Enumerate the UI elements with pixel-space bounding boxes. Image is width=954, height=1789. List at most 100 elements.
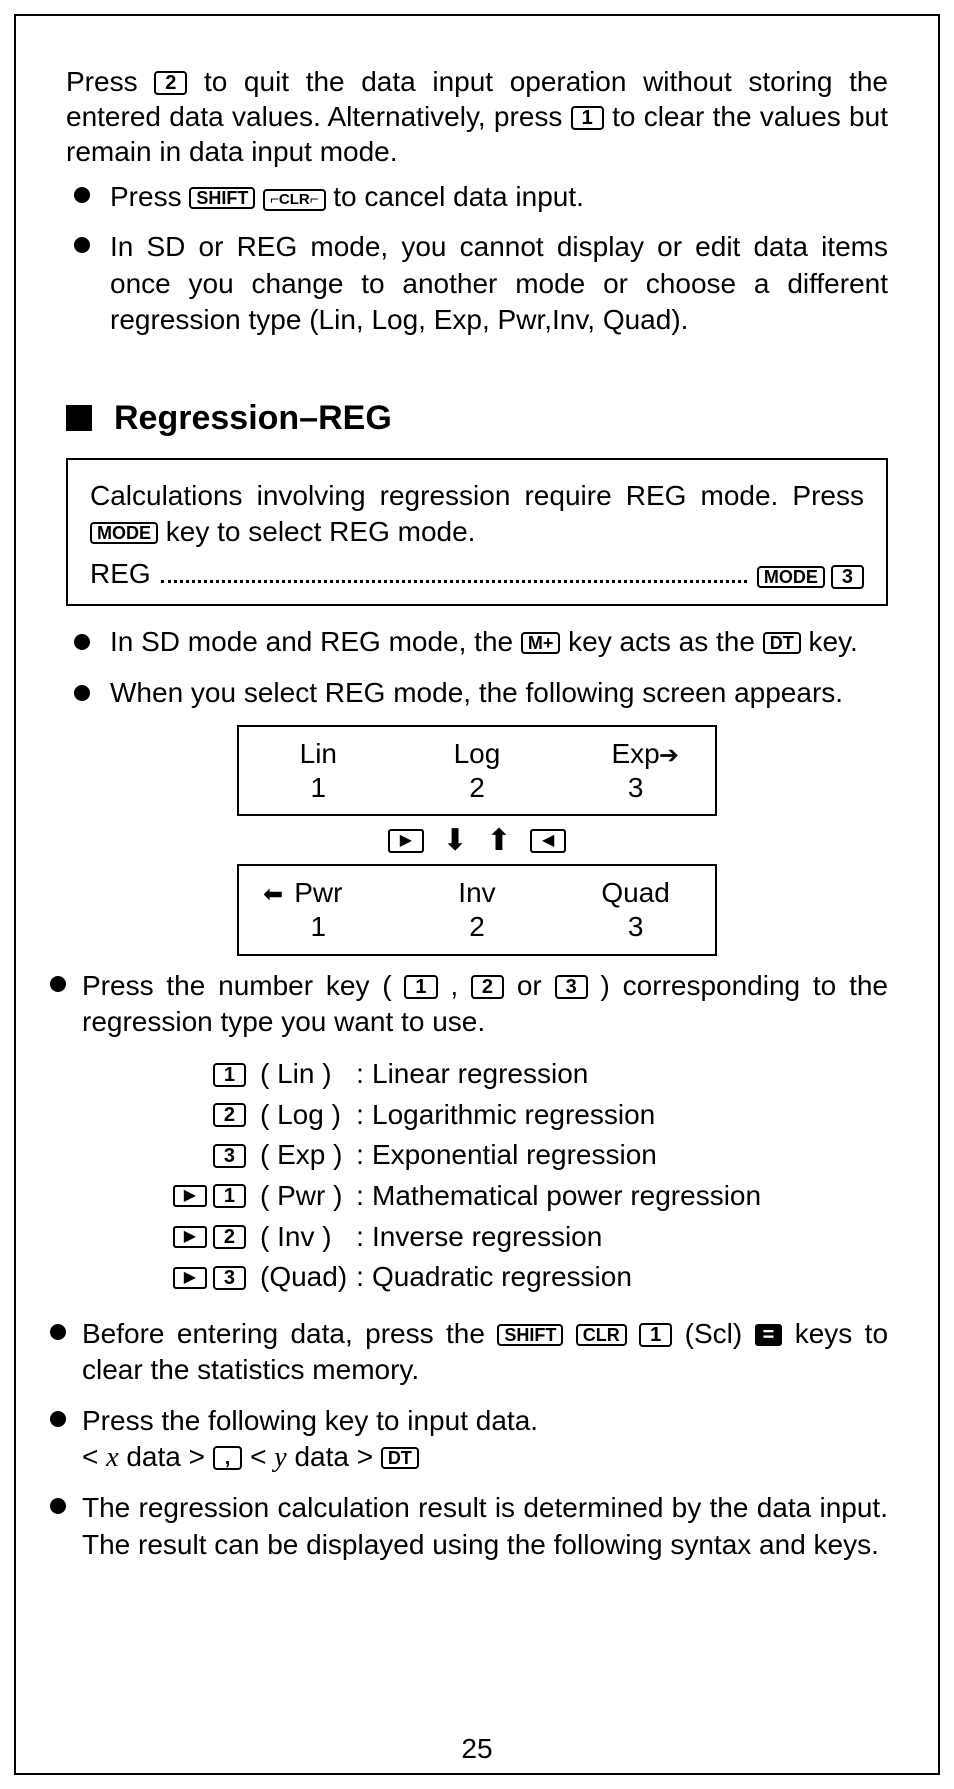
key-3: 3 (555, 975, 588, 999)
key-right-arrow: ▶ (388, 829, 424, 853)
bullet-list-2: In SD mode and REG mode, the M+ key acts… (66, 624, 888, 711)
screen-option: Inv (398, 876, 555, 910)
abbr: ( Lin ) (246, 1054, 348, 1095)
text: When you select REG mode, the following … (110, 677, 843, 708)
bullet-list-3: Press the number key ( 1 , 2 or 3 ) corr… (42, 968, 888, 1041)
key-2: 2 (213, 1103, 246, 1127)
key-3: 3 (213, 1266, 246, 1290)
key-1: 1 (639, 1323, 672, 1347)
desc: Quadratic regression (372, 1257, 888, 1298)
colon: : (348, 1176, 372, 1217)
key-1: 1 (571, 106, 604, 130)
screen-num: 1 (240, 771, 397, 805)
key-right-arrow: ▶ (173, 1226, 207, 1248)
key-right-arrow: ▶ (173, 1267, 207, 1289)
key-1: 1 (404, 975, 437, 999)
text: In SD or REG mode, you cannot display or… (110, 231, 888, 335)
desc: Logarithmic regression (372, 1095, 888, 1136)
key-mode: MODE (757, 566, 825, 588)
key-clr: CLR (576, 1324, 627, 1346)
text: In SD mode and REG mode, the (110, 626, 521, 657)
table-row: 1 ( Lin ) : Linear regression (136, 1054, 888, 1095)
key-2: 2 (154, 71, 187, 95)
abbr: ( Exp ) (246, 1135, 348, 1176)
key-3: 3 (831, 565, 864, 589)
abbr: ( Pwr ) (246, 1176, 348, 1217)
text: or (504, 970, 555, 1001)
screen-option: Exp (557, 737, 714, 771)
var-x: x (106, 1442, 118, 1473)
text: key. (801, 626, 858, 657)
desc: Inverse regression (372, 1217, 888, 1258)
screen-num: 2 (398, 910, 555, 944)
infobox-paragraph: Calculations involving regression requir… (90, 478, 864, 551)
colon: : (348, 1257, 372, 1298)
key-2: 2 (471, 975, 504, 999)
nav-arrow-row: ▶ ⬇ ⬆ ◀ (237, 816, 717, 864)
colon: : (348, 1095, 372, 1136)
text: Before entering data, press the (82, 1318, 497, 1349)
key-right-arrow: ▶ (173, 1185, 207, 1207)
abbr: ( Log ) (246, 1095, 348, 1136)
screen-1: Lin Log Exp 1 2 3 ➔ (237, 725, 717, 816)
list-item: Press the number key ( 1 , 2 or 3 ) corr… (42, 968, 888, 1041)
list-item: The regression calculation result is det… (42, 1490, 888, 1563)
text: key to select REG mode. (158, 516, 475, 547)
key-left-arrow: ◀ (530, 829, 566, 853)
list-item: Press the following key to input data. <… (42, 1403, 888, 1477)
key-dt: DT (381, 1447, 419, 1469)
text: Press the number key ( (82, 970, 404, 1001)
key-3: 3 (213, 1144, 246, 1168)
screen-group: Lin Log Exp 1 2 3 ➔ ▶ ⬇ ⬆ ◀ Pwr Inv Quad (237, 725, 717, 955)
screen-option: Log (398, 737, 555, 771)
page-number: 25 (16, 1733, 938, 1765)
bullet-list-1: Press SHIFT ⌐CLR⌐ to cancel data input. … (66, 179, 888, 339)
text: data > (287, 1441, 381, 1472)
table-row: ▶ 3 (Quad) : Quadratic regression (136, 1257, 888, 1298)
key-shift: SHIFT (497, 1324, 563, 1346)
mode-sequence-row: REG MODE 3 (90, 558, 864, 590)
colon: : (348, 1135, 372, 1176)
leader-dots (161, 567, 747, 583)
square-bullet-icon (66, 405, 92, 431)
screen-num: 1 (240, 910, 397, 944)
text: REG (90, 558, 151, 590)
screen-2: Pwr Inv Quad 1 2 3 ⬅ (237, 864, 717, 955)
key-equals: = (755, 1324, 783, 1346)
down-arrow-icon: ⬇ (443, 831, 468, 851)
up-arrow-icon: ⬆ (486, 831, 511, 851)
regression-types-table: 1 ( Lin ) : Linear regression 2 ( Log ) … (136, 1054, 888, 1298)
text: < (82, 1441, 106, 1472)
table-row: ▶ 1 ( Pwr ) : Mathematical power regressi… (136, 1176, 888, 1217)
key-dt: DT (763, 632, 801, 654)
screen-num: 3 (557, 910, 714, 944)
key-clr-corner: ⌐CLR⌐ (263, 189, 325, 211)
key-shift: SHIFT (189, 187, 255, 209)
abbr: ( Inv ) (246, 1217, 348, 1258)
screen-num: 2 (398, 771, 555, 805)
list-item: When you select REG mode, the following … (66, 675, 888, 711)
colon: : (348, 1054, 372, 1095)
key-mode: MODE (90, 522, 158, 544)
list-item: In SD or REG mode, you cannot display or… (66, 229, 888, 338)
list-item: Press SHIFT ⌐CLR⌐ to cancel data input. (66, 179, 888, 215)
text: Calculations involving regression requir… (90, 480, 864, 511)
key-mplus: M+ (521, 632, 561, 654)
colon: : (348, 1217, 372, 1258)
key-comma: , (213, 1446, 243, 1470)
arrow-left-icon: ⬅ (263, 880, 283, 909)
info-box: Calculations involving regression requir… (66, 458, 888, 607)
screen-num: 3 (557, 771, 714, 805)
key-1: 1 (213, 1184, 246, 1208)
text: (Scl) (672, 1318, 754, 1349)
desc: Mathematical power regression (372, 1176, 888, 1217)
arrow-right-icon: ➔ (659, 741, 679, 770)
var-y: y (274, 1442, 286, 1473)
table-row: ▶ 2 ( Inv ) : Inverse regression (136, 1217, 888, 1258)
section-heading: Regression–REG (66, 399, 888, 438)
abbr: (Quad) (246, 1257, 348, 1298)
text: Press the following key to input data. (82, 1405, 538, 1436)
text: Press (110, 181, 189, 212)
key-2: 2 (213, 1225, 246, 1249)
bullet-list-4: Before entering data, press the SHIFT CL… (42, 1316, 888, 1563)
